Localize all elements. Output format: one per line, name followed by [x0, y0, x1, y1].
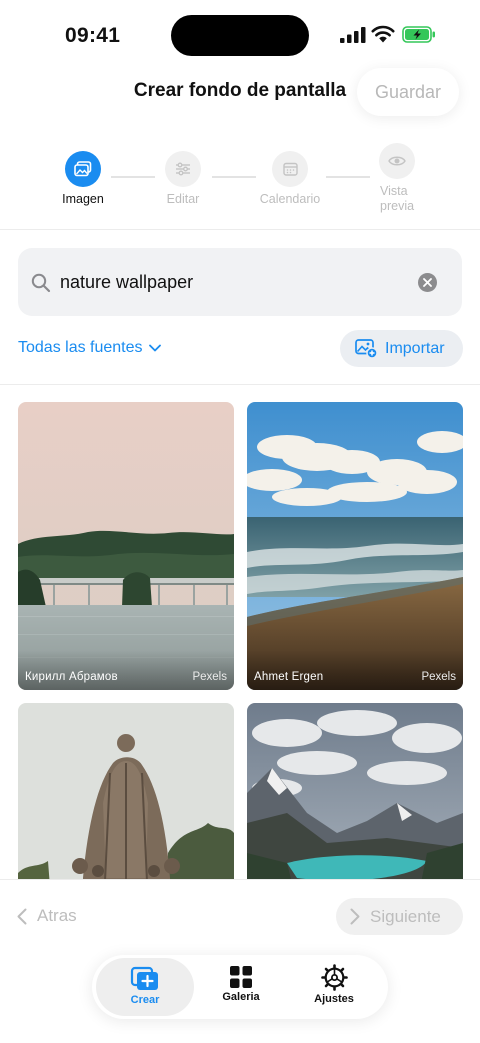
result-image — [247, 703, 463, 880]
image-icon — [74, 161, 92, 177]
photo-author: Кирилл Абрамов — [25, 671, 118, 683]
save-button[interactable]: Guardar — [357, 68, 459, 116]
result-card[interactable]: Кирилл Абрамов Pexels — [18, 402, 234, 690]
import-button[interactable]: Importar — [340, 330, 463, 367]
wizard-stepper: Imagen Editar Calendario Vista previa — [0, 143, 480, 218]
step-circle — [165, 151, 201, 187]
back-button[interactable]: Atras — [17, 906, 77, 926]
result-image — [18, 703, 234, 880]
tab-settings[interactable]: Ajustes — [287, 955, 381, 1019]
status-time: 09:41 — [65, 24, 121, 47]
status-bar: 09:41 — [0, 0, 480, 70]
tab-create[interactable]: Crear — [96, 958, 194, 1016]
next-button[interactable]: Siguiente — [336, 898, 463, 935]
wifi-icon — [371, 25, 395, 43]
step-preview[interactable]: Vista previa — [357, 143, 437, 214]
result-card[interactable]: Ahmet Ergen Pexels — [247, 402, 463, 690]
dynamic-island — [171, 15, 309, 56]
results-grid: Кирилл Абрамов Pexels Ahmet Ergen Pexels — [18, 402, 463, 880]
divider — [0, 384, 480, 385]
next-label: Siguiente — [370, 906, 441, 926]
tab-label: Ajustes — [314, 993, 354, 1005]
import-label: Importar — [385, 339, 445, 357]
gear-icon — [320, 964, 348, 991]
step-image[interactable]: Imagen — [43, 148, 123, 207]
step-circle — [379, 143, 415, 179]
source-filter-label: Todas las fuentes — [18, 339, 143, 356]
cellular-signal-icon — [340, 27, 366, 43]
step-circle — [65, 151, 101, 187]
eye-icon — [388, 156, 406, 166]
sliders-icon — [176, 162, 190, 176]
wizard-navigation: Atras Siguiente — [0, 880, 480, 952]
result-card[interactable] — [247, 703, 463, 880]
tab-gallery[interactable]: Galeria — [194, 955, 288, 1019]
divider — [0, 229, 480, 230]
photo-source: Pexels — [192, 671, 227, 683]
tab-bar: Crear Galeria Ajustes — [92, 955, 388, 1019]
search-bar[interactable] — [18, 248, 462, 316]
tab-label: Galeria — [222, 991, 260, 1003]
close-icon — [423, 278, 432, 287]
step-label: Vista previa — [380, 184, 415, 213]
photo-author: Ahmet Ergen — [254, 671, 324, 683]
calendar-icon — [282, 162, 298, 176]
step-calendar[interactable]: Calendario — [250, 148, 330, 207]
result-card[interactable] — [18, 703, 234, 880]
grid-icon — [230, 966, 252, 988]
battery-charging-icon — [402, 26, 435, 43]
step-circle — [272, 151, 308, 187]
search-input[interactable] — [60, 266, 400, 298]
clear-search-button[interactable] — [418, 273, 437, 292]
chevron-left-icon — [17, 908, 27, 924]
step-label: Imagen — [62, 192, 104, 206]
search-icon — [31, 273, 51, 293]
card-shade — [18, 650, 234, 690]
tab-label: Crear — [130, 994, 160, 1006]
chevron-down-icon — [148, 344, 161, 352]
step-label: Editar — [166, 192, 200, 206]
card-shade — [247, 650, 463, 690]
result-image — [247, 402, 463, 690]
create-plus-icon — [130, 966, 158, 990]
step-edit[interactable]: Editar — [143, 148, 223, 207]
source-filter-dropdown[interactable]: Todas las fuentes — [18, 339, 161, 357]
back-label: Atras — [37, 906, 77, 925]
step-label: Calendario — [259, 192, 321, 206]
photo-source: Pexels — [421, 671, 456, 683]
chevron-right-icon — [350, 908, 360, 925]
image-add-icon — [355, 339, 377, 358]
result-image — [18, 402, 234, 690]
